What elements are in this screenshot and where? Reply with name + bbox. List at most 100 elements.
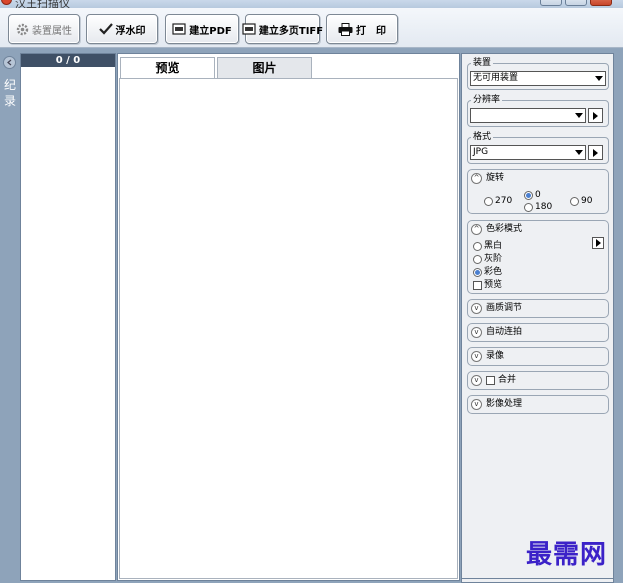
chevron-down-icon [575,150,583,155]
watermark-label: 浮水印 [115,25,146,37]
color-mode-title: 色彩模式 [486,224,523,234]
color-color-option[interactable]: 彩色 [473,267,502,277]
resolution-legend: 分辨率 [471,95,503,106]
create-pdf-button[interactable]: 建立PDF [165,14,239,44]
title-bar: 汉王扫描仪 [0,0,637,8]
format-legend: 格式 [471,132,494,143]
rotate-title: 旋转 [486,173,505,183]
play-icon [593,111,598,120]
gear-icon [16,23,29,36]
tab-preview[interactable]: 预览 [120,57,215,79]
auto-shoot-section[interactable]: v 自动连拍 [467,323,609,342]
checkmark-icon [98,23,113,35]
panel-bottom-strip [461,578,614,583]
preview-canvas[interactable] [119,78,458,579]
records-label: 纪录 [3,78,16,108]
auto-shoot-title: 自动连拍 [486,327,523,337]
resolution-group: 分辨率 [467,95,609,127]
chevron-up-icon[interactable]: ^ [471,173,482,184]
image-processing-section[interactable]: v 影像处理 [467,395,609,414]
color-gray-label: 灰阶 [484,254,503,264]
record-section[interactable]: v 录像 [467,347,609,366]
rotate-90-option[interactable]: 90 [570,196,592,206]
settings-panel: 装置 无可用装置 分辨率 格式 JPG ^ 旋转 270 0 180 90 ^ … [461,53,614,581]
maximize-button[interactable] [565,0,587,6]
radio-button[interactable] [570,196,579,206]
color-mode-section: ^ 色彩模式 黑白 灰阶 彩色 预览 [467,220,609,294]
main-area: 纪录 0 / 0 预览 图片 装置 无可用装置 分辨率 格式 JPG ^ 旋转 … [0,49,623,583]
chevron-down-icon[interactable]: v [471,399,482,410]
site-watermark: 最需网 [526,540,608,570]
color-mode-more-button[interactable] [592,237,604,249]
device-select[interactable]: 无可用装置 [470,71,606,86]
print-button[interactable]: 打 印 [326,14,398,44]
view-tabs: 预览 图片 [118,57,312,79]
format-group: 格式 JPG [467,132,609,164]
records-count: 0 / 0 [21,54,115,67]
create-pdf-label: 建立PDF [189,25,232,37]
checkbox[interactable] [473,280,482,290]
merge-title: 合并 [498,375,517,385]
device-properties-label: 装置属性 [32,25,72,37]
play-icon [595,239,601,247]
chevron-down-icon [595,76,603,81]
print-label: 打 印 [356,25,386,37]
color-preview-option[interactable]: 预览 [473,280,502,290]
rotate-0-option[interactable]: 0 [524,190,541,200]
color-color-label: 彩色 [484,267,503,277]
pdf-icon [172,23,186,35]
radio-button[interactable] [473,254,482,264]
radio-button-selected[interactable] [473,267,482,277]
rotate-180-label: 180 [535,202,553,212]
image-processing-title: 影像处理 [486,399,523,409]
resolution-select[interactable] [470,108,586,123]
create-tiff-label: 建立多页TIFF [258,25,324,37]
close-button[interactable] [590,0,612,6]
color-bw-label: 黑白 [484,241,503,251]
minimize-button[interactable] [540,0,562,6]
chevron-down-icon[interactable]: v [471,327,482,338]
records-list[interactable]: 0 / 0 [20,53,116,581]
chevron-down-icon[interactable]: v [471,303,482,314]
radio-button[interactable] [473,241,482,251]
quality-section[interactable]: v 画质调节 [467,299,609,318]
rotate-0-label: 0 [535,190,541,200]
preview-area: 预览 图片 [117,53,460,581]
watermark-button[interactable]: 浮水印 [86,14,158,44]
create-tiff-button[interactable]: 建立多页TIFF [242,14,324,44]
collapse-records-icon[interactable] [3,56,16,69]
record-title: 录像 [486,351,505,361]
chevron-down-icon[interactable]: v [471,351,482,362]
radio-button[interactable] [484,196,493,206]
printer-icon [338,22,353,36]
color-bw-option[interactable]: 黑白 [473,241,502,251]
rotate-270-label: 270 [495,196,513,206]
format-select-value: JPG [473,147,489,157]
records-strip: 纪录 [0,53,19,583]
window-right-edge [623,0,637,583]
rotate-180-option[interactable]: 180 [524,202,552,212]
radio-button-selected[interactable] [524,190,533,200]
toolbar: 装置属性 浮水印 建立PDF 建立多页TIFF 打 印 [0,8,623,48]
chevron-up-icon[interactable]: ^ [471,224,482,235]
chevron-down-icon[interactable]: v [471,375,482,386]
app-icon [1,0,12,5]
radio-button[interactable] [524,202,533,212]
format-select[interactable]: JPG [470,145,586,160]
format-more-button[interactable] [588,145,603,160]
chevron-down-icon [575,113,583,118]
color-gray-option[interactable]: 灰阶 [473,254,502,264]
color-preview-label: 预览 [484,280,503,290]
merge-checkbox[interactable] [486,376,495,385]
rotate-90-label: 90 [581,196,593,206]
tab-image[interactable]: 图片 [217,57,312,78]
rotate-270-option[interactable]: 270 [484,196,512,206]
device-select-value: 无可用装置 [473,73,519,83]
window-title: 汉王扫描仪 [15,0,70,8]
resolution-more-button[interactable] [588,108,603,123]
tiff-icon [242,23,256,35]
merge-section[interactable]: v 合并 [467,371,609,390]
device-legend: 装置 [471,58,494,69]
quality-title: 画质调节 [486,303,523,313]
device-properties-button[interactable]: 装置属性 [8,14,80,44]
